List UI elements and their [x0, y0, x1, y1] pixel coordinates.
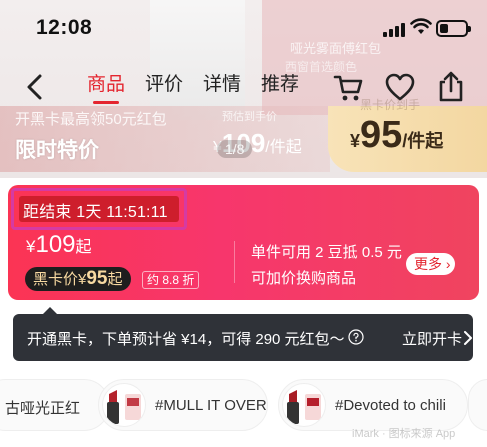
more-offers-label: 更多	[414, 256, 442, 272]
blackcard-tag-value: 95	[86, 268, 108, 289]
watermark: iMark · 图标来源 App	[352, 428, 456, 440]
blackcard-price-unit: /件起	[402, 131, 444, 151]
share-icon[interactable]	[434, 70, 468, 104]
status-time: 12:08	[36, 16, 93, 39]
shade-option[interactable]: 古哑光正红	[0, 379, 110, 431]
blackcard-ghost-text: 黑卡价到手	[360, 98, 421, 112]
sale-price-suffix: 起	[75, 239, 92, 256]
tab-product[interactable]: 商品	[87, 72, 125, 104]
section-tabs: 商品 评价 详情 推荐	[87, 72, 299, 104]
blackcard-upsell-banner[interactable]: 开通黑卡，下单预计省 ¥14，可得 290 元红包～ 立即开卡	[13, 307, 473, 361]
cellular-signal-icon	[383, 21, 405, 37]
tab-reviews[interactable]: 评价	[145, 72, 183, 98]
status-bar: 12:08	[0, 0, 487, 56]
more-offers-button[interactable]: 更多 ›	[406, 253, 455, 275]
tab-recommend[interactable]: 推荐	[261, 72, 299, 98]
promo-strip: 开黑卡最高领50元红包 限时特价 预估到手价 ¥109/件起 1/8 ¥95/件…	[0, 98, 487, 172]
shade-option[interactable]: #MULL IT OVER	[98, 379, 268, 431]
blackcard-price-currency: ¥	[350, 131, 361, 151]
promo-blackcard-text: 开黑卡最高领50元红包	[15, 111, 167, 128]
battery-icon	[436, 20, 471, 37]
shade-label: 古哑光正红	[5, 400, 81, 417]
chevron-right-icon: ›	[442, 256, 451, 272]
carousel-page-indicator: 1/8	[217, 140, 253, 158]
flash-sale-card: 距结束 1天 11:51:11 ¥109起 黑卡价¥95起 约 8.8 折 单件…	[8, 185, 479, 300]
add-on-purchase-note: 可加价换购商品	[251, 270, 357, 287]
coin-deduction-note: 单件可用 2 豆抵 0.5 元	[251, 244, 402, 261]
shade-option[interactable]: #Devoted to chili	[278, 379, 468, 431]
promo-price-unit: /件起	[265, 139, 302, 156]
discount-badge: 约 8.8 折	[142, 271, 200, 289]
help-icon[interactable]	[348, 329, 364, 345]
blackcard-price-value: 95	[360, 114, 403, 156]
blackcard-tag-suffix: 起	[107, 271, 123, 288]
sale-price-value: 109	[35, 231, 76, 258]
pre-price-label: 预估到手价	[222, 111, 277, 123]
sale-price: ¥109起	[26, 231, 92, 259]
blackcard-tag-label: 黑卡价	[33, 271, 79, 288]
countdown-timer: 距结束 1天 11:51:11	[23, 204, 168, 221]
open-blackcard-button[interactable]: 立即开卡	[402, 328, 462, 349]
shade-option-partial[interactable]	[468, 379, 487, 431]
lipstick-thumbnail	[282, 383, 326, 427]
limited-offer-label: 限时特价	[15, 139, 99, 162]
blackcard-price: ¥95/件起	[350, 114, 443, 157]
blackcard-price-panel: ¥95/件起	[328, 106, 487, 172]
chevron-right-icon	[464, 331, 472, 345]
lipstick-thumbnail	[102, 383, 146, 427]
wifi-icon	[410, 18, 432, 34]
blackcard-upsell-text: 开通黑卡，下单预计省 ¥14，可得 290 元红包～	[27, 331, 345, 348]
tab-details[interactable]: 详情	[203, 72, 241, 98]
sale-card-divider	[234, 241, 235, 283]
shade-label: #Devoted to chili	[335, 397, 446, 414]
blackcard-price-tag: 黑卡价¥95起	[25, 267, 131, 291]
shade-label: #MULL IT OVER	[155, 397, 267, 414]
back-arrow-icon[interactable]	[20, 70, 50, 104]
